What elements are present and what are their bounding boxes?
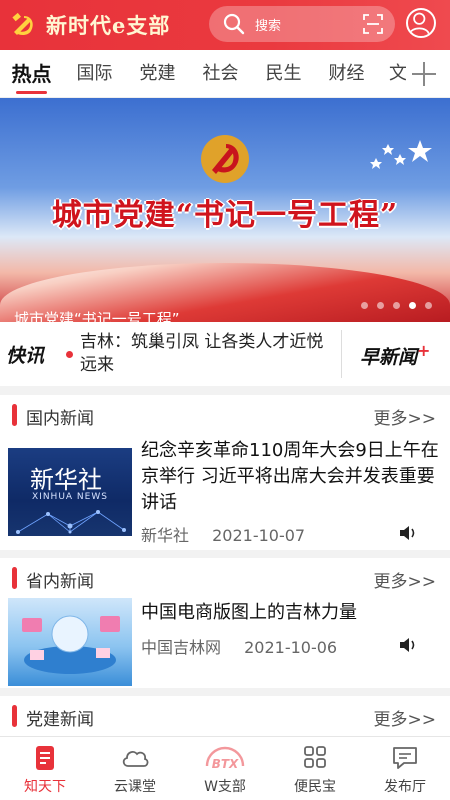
news-meta: 中国吉林网 2021-10-06 xyxy=(141,634,337,658)
search-icon xyxy=(223,13,245,35)
tab-livelihood[interactable]: 民生 xyxy=(252,50,315,98)
banner-caption: 城市党建“书记一号工程” xyxy=(14,310,180,322)
section-title: 国内新闻 xyxy=(26,409,94,429)
section-header: 省内新闻 更多>> xyxy=(0,558,450,598)
carousel-dot[interactable] xyxy=(377,302,384,309)
nav-label: 发布厅 xyxy=(384,779,426,795)
tab-society[interactable]: 社会 xyxy=(189,50,252,98)
carousel-dot[interactable] xyxy=(361,302,368,309)
ecommerce-graphic xyxy=(22,615,120,674)
section-marker xyxy=(12,404,17,426)
nav-item-zhitianxia[interactable]: 知天下 xyxy=(0,737,90,800)
bottom-navigation: 知天下 云课堂 BTX W支部 便民宝 发布厅 xyxy=(0,736,450,800)
app-header: 新时代e支部 搜索 xyxy=(0,0,450,50)
nav-item-w-branch[interactable]: BTX W支部 xyxy=(180,737,270,800)
nav-item-release-hall[interactable]: 发布厅 xyxy=(360,737,450,800)
tab-party-building[interactable]: 党建 xyxy=(126,50,189,98)
avatar[interactable] xyxy=(406,8,436,38)
nav-label: 云课堂 xyxy=(114,779,156,795)
btx-icon: BTX xyxy=(205,746,245,771)
nav-item-convenience[interactable]: 便民宝 xyxy=(270,737,360,800)
news-item[interactable]: 中国电商版图上的吉林力量 中国吉林网 2021-10-06 xyxy=(0,598,450,708)
banner-carousel[interactable]: 城市党建“书记一号工程” 城市党建“书记一号工程” xyxy=(0,98,450,322)
news-thumbnail: 新华社 XINHUA NEWS xyxy=(8,448,132,536)
banner-title: 城市党建“书记一号工程” xyxy=(51,198,399,233)
flash-dot xyxy=(66,351,73,358)
network-graphic xyxy=(16,510,126,534)
more-link[interactable]: 更多>> xyxy=(374,705,437,730)
scan-icon[interactable] xyxy=(363,14,383,34)
section-header: 党建新闻 更多>> xyxy=(0,696,450,736)
news-item[interactable]: 新华社 XINHUA NEWS 纪念辛亥革命110周年大会9日上午在京举行 习近… xyxy=(0,435,450,545)
speaker-icon[interactable] xyxy=(398,524,418,542)
morning-news-label: 早新闻 xyxy=(360,346,418,369)
news-date: 2021-10-07 xyxy=(212,526,306,545)
app-title: 新时代e支部 xyxy=(46,13,171,38)
news-title: 中国电商版图上的吉林力量 xyxy=(141,602,357,623)
carousel-indicator xyxy=(361,302,432,309)
flash-headline[interactable]: 吉林：筑巢引凤 让各类人才近悦远来 xyxy=(80,331,334,377)
section-domestic-news: 国内新闻 更多>> 新华社 XINHUA NEWS 纪念辛亥革命110周年大会9… xyxy=(0,395,450,550)
news-title: 纪念辛亥革命110周年大会9日上午在京举行 习近平将出席大会并发表重要讲话 xyxy=(141,440,439,513)
news-source: 新华社 xyxy=(141,526,190,545)
plus-icon: + xyxy=(417,341,431,360)
nav-label: 便民宝 xyxy=(294,779,336,795)
search-input[interactable]: 搜索 xyxy=(209,6,395,42)
search-placeholder: 搜索 xyxy=(255,18,282,34)
party-emblem-icon xyxy=(12,12,33,36)
category-tabs: 热点 国际 党建 社会 民生 财经 文 xyxy=(0,50,450,98)
flash-label: 快讯 xyxy=(6,345,45,367)
carousel-dot[interactable] xyxy=(393,302,400,309)
add-tab-icon[interactable] xyxy=(406,56,442,92)
cloud-icon xyxy=(122,751,149,767)
section-header: 国内新闻 更多>> xyxy=(0,395,450,435)
stars-decoration xyxy=(370,140,432,169)
tab-international[interactable]: 国际 xyxy=(63,50,126,98)
section-title: 党建新闻 xyxy=(26,710,94,730)
news-source: 中国吉林网 xyxy=(141,638,222,657)
tab-hot[interactable]: 热点 xyxy=(0,50,63,98)
section-party-news: 党建新闻 更多>> xyxy=(0,696,450,736)
news-date: 2021-10-06 xyxy=(244,638,338,657)
more-link[interactable]: 更多>> xyxy=(374,567,437,592)
grid-icon xyxy=(304,746,326,768)
more-link[interactable]: 更多>> xyxy=(374,404,437,429)
speaker-icon[interactable] xyxy=(398,636,418,654)
party-emblem-icon xyxy=(201,135,249,183)
carousel-dot-active[interactable] xyxy=(409,302,416,309)
morning-news-button[interactable]: 早新闻+ xyxy=(360,341,430,369)
section-marker xyxy=(12,567,17,589)
news-meta: 新华社 2021-10-07 xyxy=(141,522,305,546)
btx-text: BTX xyxy=(212,757,239,771)
section-provincial-news: 省内新闻 更多>> 中国电商版图上的吉林力量 中国吉林网 2021-10-06 xyxy=(0,558,450,688)
carousel-dot[interactable] xyxy=(425,302,432,309)
nav-label: W支部 xyxy=(204,779,246,795)
section-title: 省内新闻 xyxy=(26,572,94,592)
tab-finance[interactable]: 财经 xyxy=(315,50,378,98)
divider xyxy=(341,330,342,378)
flash-news-bar: 快讯 吉林：筑巢引凤 让各类人才近悦远来 早新闻+ xyxy=(0,322,450,386)
nav-label: 知天下 xyxy=(24,779,66,795)
thumb-logo-text: 新华社 xyxy=(30,466,102,494)
news-thumbnail xyxy=(8,598,132,686)
user-icon xyxy=(408,12,430,35)
section-marker xyxy=(12,705,17,727)
news-icon xyxy=(36,746,54,770)
thumb-logo-sub: XINHUA NEWS xyxy=(32,492,108,502)
nav-item-cloud-class[interactable]: 云课堂 xyxy=(90,737,180,800)
message-icon xyxy=(393,747,417,769)
